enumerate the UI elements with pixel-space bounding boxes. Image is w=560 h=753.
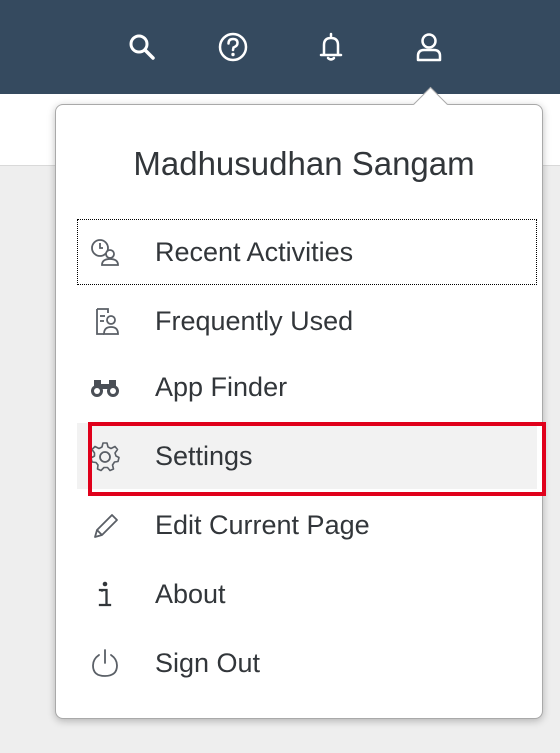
binoculars-icon [85, 367, 125, 407]
user-menu-button[interactable] [407, 22, 451, 72]
info-icon [85, 574, 125, 614]
menu-item-label: Settings [155, 440, 253, 471]
menu-item-app-finder[interactable]: App Finder [77, 354, 537, 420]
search-icon [129, 34, 155, 60]
notification-bell-icon [319, 32, 343, 61]
menu-item-label: About [155, 578, 226, 609]
pencil-icon [85, 505, 125, 545]
search-button[interactable] [120, 22, 164, 72]
user-actions-menu: Madhusudhan Sangam Recent Activities Fre… [55, 104, 543, 719]
frequently-used-icon [85, 301, 125, 341]
menu-item-sign-out[interactable]: Sign Out [77, 630, 537, 696]
recent-activities-icon [85, 232, 125, 272]
menu-item-frequently-used[interactable]: Frequently Used [77, 288, 537, 354]
shell-bar [0, 0, 560, 94]
menu-item-settings[interactable]: Settings [77, 423, 537, 489]
user-icon [416, 33, 442, 62]
help-icon [218, 32, 248, 62]
menu-item-label: App Finder [155, 371, 288, 402]
menu-item-label: Frequently Used [155, 305, 354, 336]
popover-arrow-cover [408, 105, 452, 119]
power-icon [85, 643, 125, 683]
menu-item-label: Sign Out [155, 647, 261, 678]
user-name: Madhusudhan Sangam [133, 145, 475, 182]
help-button[interactable] [211, 22, 255, 72]
gear-icon [85, 436, 125, 476]
menu-item-label: Recent Activities [155, 236, 354, 267]
menu-item-about[interactable]: About [77, 561, 537, 627]
menu-item-recent-activities[interactable]: Recent Activities [77, 219, 537, 285]
menu-item-edit-current-page[interactable]: Edit Current Page [77, 492, 537, 558]
notifications-button[interactable] [309, 22, 353, 72]
menu-item-label: Edit Current Page [155, 509, 370, 540]
